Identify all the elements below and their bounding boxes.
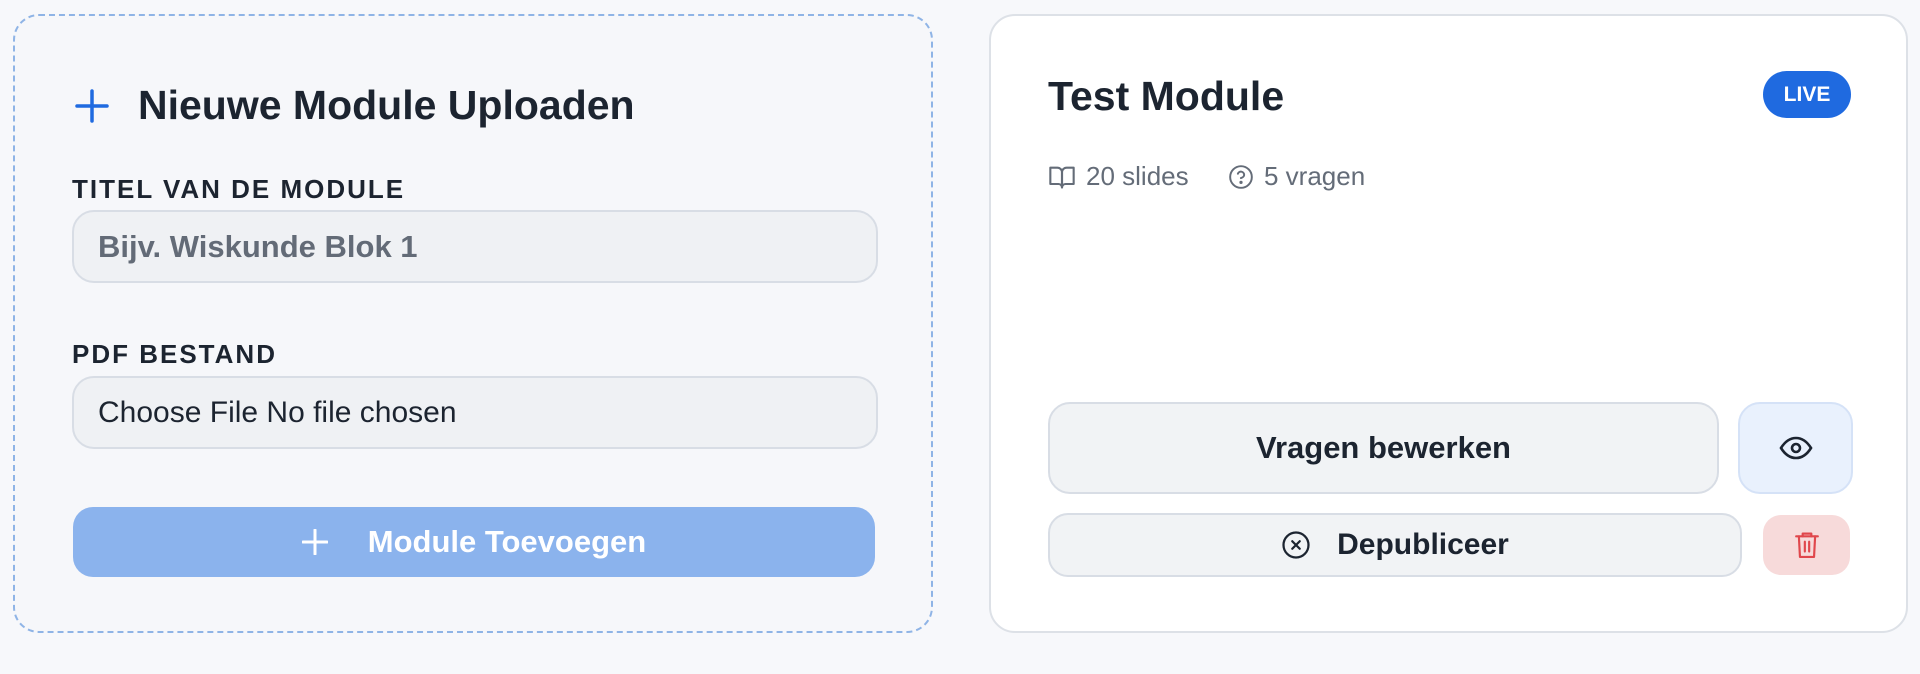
- upload-module-card: Nieuwe Module Uploaden TITEL VAN DE MODU…: [13, 14, 933, 633]
- slides-text: 20 slides: [1086, 161, 1189, 191]
- edit-questions-button[interactable]: Vragen bewerken: [1048, 402, 1719, 494]
- file-input-text: Choose File No file chosen: [98, 395, 457, 429]
- eye-icon: [1778, 436, 1813, 460]
- module-title-input[interactable]: [72, 210, 878, 283]
- unpublish-label: Depubliceer: [1337, 528, 1509, 561]
- questions-count: 5 vragen: [1228, 161, 1365, 192]
- module-card: Test Module LIVE 20 slides 5 vragen Vrag…: [989, 14, 1908, 633]
- trash-icon: [1794, 532, 1819, 558]
- x-circle-icon: [1282, 531, 1310, 559]
- upload-heading: Nieuwe Module Uploaden: [75, 82, 635, 129]
- status-badge: LIVE: [1763, 71, 1851, 118]
- delete-module-button[interactable]: [1763, 515, 1850, 575]
- add-module-button[interactable]: Module Toevoegen: [73, 507, 875, 577]
- help-circle-icon: [1229, 164, 1253, 189]
- pdf-file-input[interactable]: Choose File No file chosen: [72, 376, 878, 449]
- plus-icon: [75, 88, 109, 123]
- module-title: Test Module: [1048, 73, 1285, 119]
- unpublish-button[interactable]: Depubliceer: [1048, 513, 1742, 577]
- view-module-button[interactable]: [1738, 402, 1853, 494]
- upload-title-text: Nieuwe Module Uploaden: [138, 82, 635, 128]
- book-open-icon: [1049, 166, 1075, 189]
- pdf-file-label: PDF BESTAND: [72, 339, 277, 369]
- add-module-label: Module Toevoegen: [367, 524, 647, 559]
- questions-text: 5 vragen: [1264, 161, 1366, 191]
- plus-icon: [301, 529, 328, 555]
- module-title-label: TITEL VAN DE MODULE: [72, 174, 406, 204]
- slides-count: 20 slides: [1048, 161, 1189, 192]
